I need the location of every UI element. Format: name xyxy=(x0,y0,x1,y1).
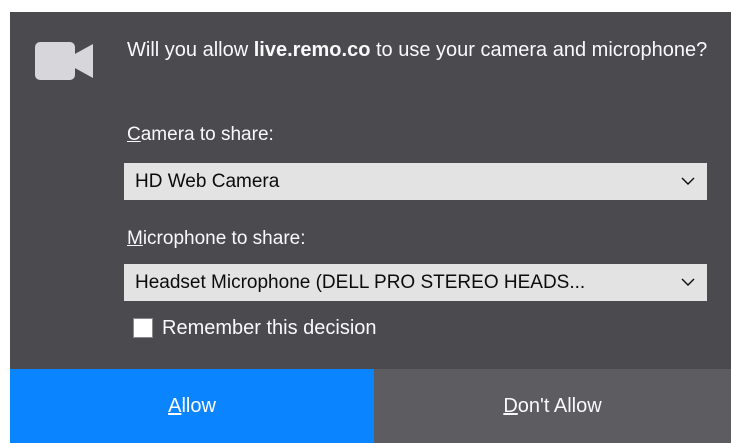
camera-select-value: HD Web Camera xyxy=(135,171,280,192)
allow-button-rest: llow xyxy=(181,395,216,417)
chevron-down-icon xyxy=(681,177,695,185)
prompt-domain: live.remo.co xyxy=(253,39,371,61)
prompt-text-before: Will you allow xyxy=(127,39,254,61)
dont-allow-button-accesskey: D xyxy=(503,395,518,417)
remember-decision-checkbox[interactable] xyxy=(133,318,153,338)
permission-prompt-panel: Will you allow live.remo.co to use your … xyxy=(10,12,731,443)
remember-decision-label: Remember this decision xyxy=(162,316,377,339)
permission-prompt-message: Will you allow live.remo.co to use your … xyxy=(127,36,717,65)
microphone-select-value: Headset Microphone (DELL PRO STEREO HEAD… xyxy=(135,272,586,293)
dont-allow-button-rest: on't Allow xyxy=(517,395,602,417)
camera-label-accesskey: C xyxy=(127,124,141,145)
allow-button[interactable]: Allow xyxy=(10,369,374,443)
camera-select[interactable]: HD Web Camera xyxy=(124,163,707,200)
remember-decision-option[interactable]: Remember this decision xyxy=(133,316,377,340)
microphone-label: Microphone to share: xyxy=(127,228,306,250)
page-background-top xyxy=(0,0,731,12)
microphone-select[interactable]: Headset Microphone (DELL PRO STEREO HEAD… xyxy=(124,264,707,301)
allow-button-accesskey: A xyxy=(168,395,182,417)
prompt-text-after: to use your camera and microphone? xyxy=(370,39,708,61)
microphone-label-rest: icrophone to share: xyxy=(142,228,306,249)
camera-label-rest: amera to share: xyxy=(140,124,274,145)
microphone-label-accesskey: M xyxy=(127,228,143,249)
chevron-down-icon xyxy=(681,278,695,286)
video-camera-icon xyxy=(35,42,93,80)
page-background-left xyxy=(0,0,10,443)
dont-allow-button[interactable]: Don't Allow xyxy=(374,369,731,443)
camera-label: Camera to share: xyxy=(127,124,274,146)
